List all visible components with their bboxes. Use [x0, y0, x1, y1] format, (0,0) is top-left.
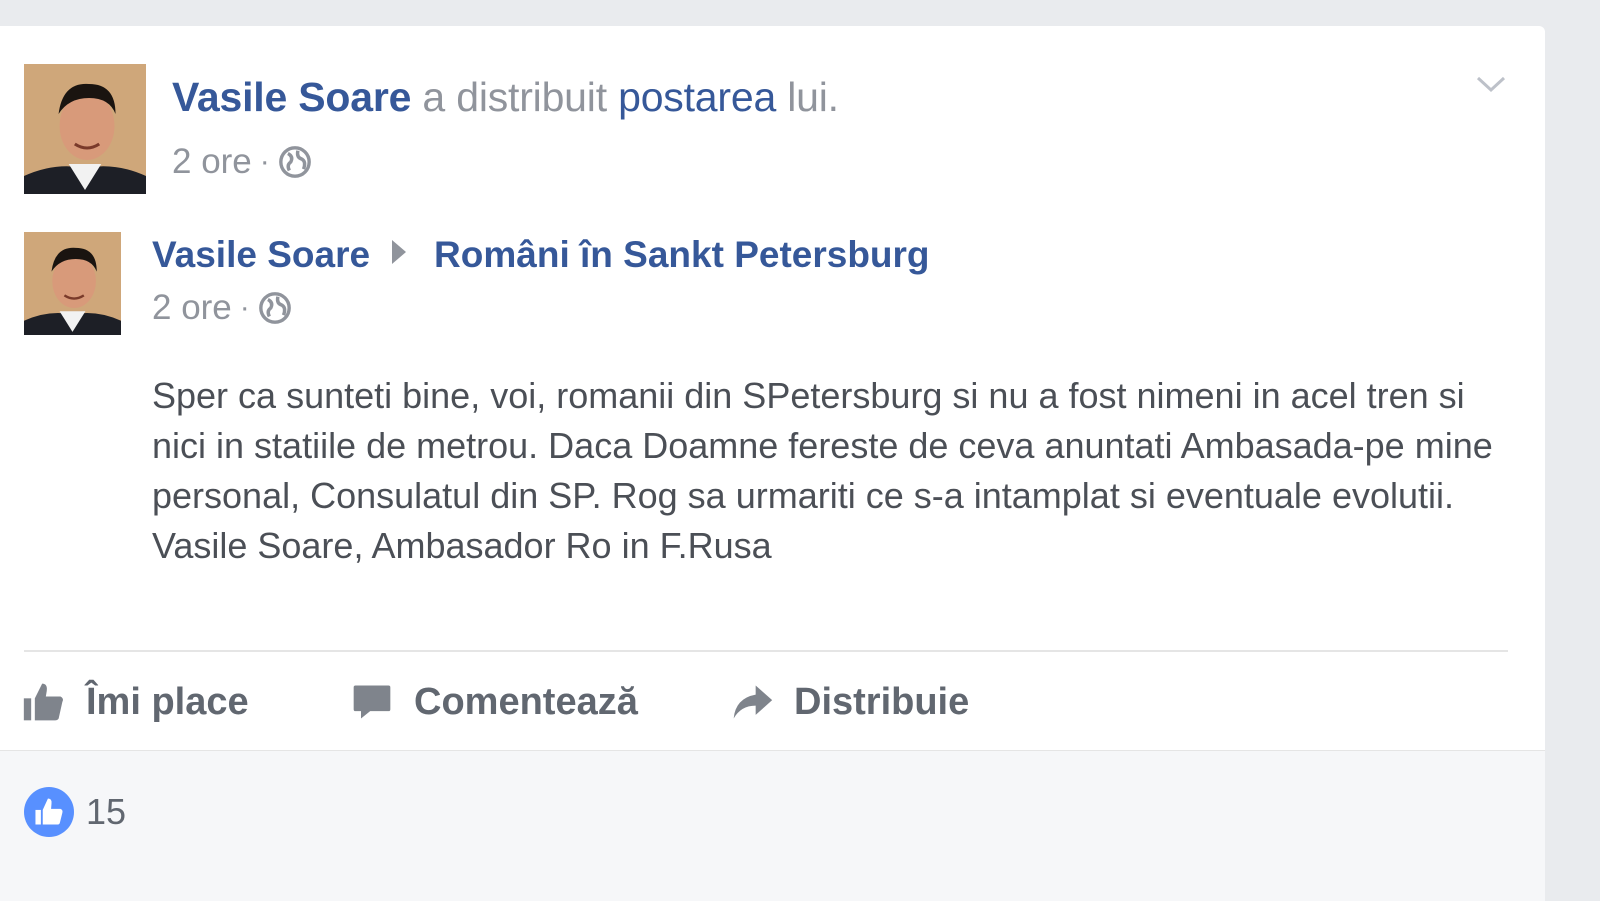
reactions-summary[interactable]: 15 — [24, 787, 126, 837]
share-header: Vasile Soare a distribuit postarea lui. — [172, 74, 839, 121]
poster-avatar[interactable] — [24, 232, 121, 335]
share-arrow-icon — [730, 680, 774, 724]
group-name-link[interactable]: Români în Sankt Petersburg — [434, 234, 930, 276]
share-text-after: lui. — [787, 74, 839, 120]
original-post-header: Vasile Soare Români în Sankt Petersburg — [152, 234, 930, 276]
share-label: Distribuie — [794, 680, 970, 723]
post-body-text: Sper ca sunteti bine, voi, romanii din S… — [152, 375, 1493, 566]
like-count: 15 — [86, 791, 127, 832]
share-timestamp[interactable]: 2 ore — [172, 142, 252, 182]
share-button[interactable]: Distribuie — [730, 674, 969, 730]
original-post-meta: 2 ore · — [152, 288, 292, 328]
sharer-avatar[interactable] — [24, 64, 146, 194]
share-meta: 2 ore · — [172, 142, 312, 182]
comment-label: Comentează — [414, 680, 638, 723]
globe-icon[interactable] — [258, 291, 292, 325]
thumbs-up-icon — [22, 680, 66, 724]
share-text-before: a distribuit — [422, 74, 607, 120]
globe-icon[interactable] — [278, 145, 312, 179]
divider — [24, 650, 1508, 652]
comment-bubble-icon — [350, 680, 394, 724]
sharer-name-link[interactable]: Vasile Soare — [172, 74, 411, 120]
like-label: Îmi place — [86, 680, 249, 723]
shared-post-link[interactable]: postarea — [618, 74, 776, 120]
meta-separator: · — [239, 291, 250, 324]
triangle-right-icon — [392, 240, 407, 264]
like-button[interactable]: Îmi place — [22, 674, 249, 730]
meta-separator: · — [259, 145, 270, 178]
chevron-down-icon[interactable] — [1474, 72, 1508, 96]
poster-name-link[interactable]: Vasile Soare — [152, 234, 370, 276]
like-badge-icon — [24, 787, 74, 837]
post-timestamp[interactable]: 2 ore — [152, 288, 232, 328]
action-bar: Îmi place Comentează Distribuie — [0, 674, 1545, 730]
reactions-bar: 15 — [0, 750, 1545, 901]
post-card: Vasile Soare a distribuit postarea lui. … — [0, 26, 1545, 901]
comment-button[interactable]: Comentează — [350, 674, 638, 730]
